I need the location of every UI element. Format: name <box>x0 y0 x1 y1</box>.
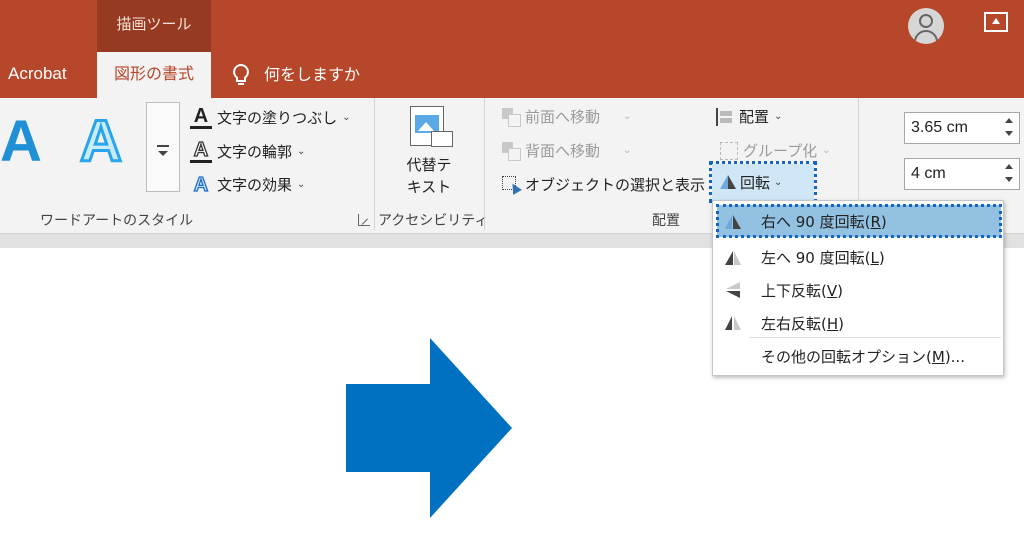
text-outline-icon: A <box>190 139 212 163</box>
group-divider <box>484 98 485 230</box>
shape-height-input[interactable]: 3.65 cm <box>904 112 1020 144</box>
send-backward-icon <box>502 141 521 161</box>
group-button[interactable]: グループ化 ⌄ <box>720 140 831 161</box>
rotate-dropdown-menu: 右へ 90 度回転(R) 左へ 90 度回転(L) 上下反転(V) 左右反転(H… <box>712 200 1004 376</box>
rotate-button[interactable]: 回転 ⌄ <box>709 161 817 203</box>
bring-forward-button[interactable]: 前面へ移動 ⌄ <box>502 106 631 127</box>
selection-pane-button[interactable]: オブジェクトの選択と表示 <box>502 174 705 195</box>
group-divider <box>374 98 375 230</box>
wordart-style-outline-glow[interactable]: A <box>79 108 124 176</box>
flip-vertical-icon <box>723 280 743 300</box>
alt-text-label-line2: キスト <box>406 178 452 196</box>
width-spinner-icon[interactable] <box>1003 162 1015 186</box>
rotate-right-icon <box>723 211 743 231</box>
tell-me-label: 何をしますか <box>264 65 361 84</box>
text-fill-button[interactable]: A 文字の塗りつぶし ⌄ <box>190 106 351 129</box>
title-bar: 描画ツール Acrobat 図形の書式 何をしますか <box>0 0 1024 98</box>
text-effects-button[interactable]: A 文字の効果 ⌄ <box>190 174 305 195</box>
menu-divider <box>749 337 1001 338</box>
group-icon <box>720 141 738 160</box>
menu-item-label: 左右反転(H) <box>761 314 844 333</box>
bring-forward-label: 前面へ移動 <box>525 108 601 126</box>
menu-item-label: その他の回転オプション(M)... <box>761 347 965 366</box>
shape-width-input[interactable]: 4 cm <box>904 158 1020 190</box>
chevron-down-icon: ⌄ <box>297 179 306 190</box>
chevron-down-icon: ⌄ <box>774 111 783 122</box>
menu-item-flip-vertical[interactable]: 上下反転(V) <box>717 274 1001 306</box>
send-backward-button[interactable]: 背面へ移動 ⌄ <box>502 140 631 161</box>
text-fill-label: 文字の塗りつぶし <box>217 109 338 127</box>
menu-item-label: 左へ 90 度回転(L) <box>761 248 885 267</box>
menu-item-label: 上下反転(V) <box>761 281 843 300</box>
wordart-gallery-more-button[interactable] <box>146 102 180 192</box>
group-label: グループ化 <box>743 142 818 160</box>
wordart-style-fill-blue[interactable]: A <box>0 108 42 175</box>
menu-item-label: 右へ 90 度回転(R) <box>761 212 887 231</box>
height-spinner-icon[interactable] <box>1003 116 1015 140</box>
alt-text-button[interactable]: 代替テ キスト <box>403 154 455 198</box>
align-label: 配置 <box>739 108 770 126</box>
bring-forward-icon <box>502 107 521 127</box>
align-icon <box>716 107 734 126</box>
chevron-down-icon: ⌄ <box>623 111 632 122</box>
tell-me-search[interactable]: 何をしますか <box>232 52 360 98</box>
send-backward-label: 背面へ移動 <box>525 142 601 160</box>
menu-item-rotate-left-90[interactable]: 左へ 90 度回転(L) <box>717 241 1001 273</box>
chevron-down-icon: ⌄ <box>623 145 632 156</box>
text-fill-icon: A <box>190 106 212 129</box>
text-outline-label: 文字の輪郭 <box>217 143 293 161</box>
menu-item-more-rotation-options[interactable]: その他の回転オプション(M)... <box>717 340 1001 372</box>
alt-text-icon[interactable] <box>410 106 453 147</box>
text-effects-icon: A <box>193 173 209 196</box>
tab-acrobat[interactable]: Acrobat <box>8 52 67 98</box>
shape-height-value: 3.65 cm <box>911 119 968 136</box>
lightbulb-icon <box>233 63 249 85</box>
arrange-group-label: 配置 <box>652 213 680 229</box>
alt-text-label-line1: 代替テ <box>406 156 452 174</box>
align-button[interactable]: 配置 ⌄ <box>716 106 782 127</box>
text-effects-label: 文字の効果 <box>217 176 293 194</box>
drawing-tools-context-label: 描画ツール <box>97 0 211 52</box>
text-outline-button[interactable]: A 文字の輪郭 ⌄ <box>190 139 306 163</box>
wordart-styles-group-label: ワードアートのスタイル <box>40 213 194 229</box>
menu-item-rotate-right-90[interactable]: 右へ 90 度回転(R) <box>716 204 1002 238</box>
rotate-left-icon <box>723 247 743 267</box>
rotate-label: 回転 <box>740 173 771 192</box>
menu-item-flip-horizontal[interactable]: 左右反転(H) <box>717 307 1001 339</box>
chevron-down-icon: ⌄ <box>342 112 351 123</box>
shape-width-value: 4 cm <box>911 165 946 182</box>
flip-horizontal-icon <box>723 313 743 333</box>
user-avatar-icon[interactable] <box>908 8 944 44</box>
rotate-icon <box>718 173 736 191</box>
tab-shape-format[interactable]: 図形の書式 <box>97 52 211 98</box>
selection-pane-label: オブジェクトの選択と表示 <box>525 176 706 194</box>
ribbon-display-options-icon[interactable] <box>984 12 1008 32</box>
dialog-launcher-icon[interactable] <box>358 214 370 226</box>
chevron-down-icon: ⌄ <box>774 176 783 188</box>
blank-icon <box>723 346 743 366</box>
accessibility-group-label: アクセシビリティ <box>378 213 489 229</box>
chevron-down-icon: ⌄ <box>822 145 831 156</box>
right-arrow-shape[interactable] <box>346 338 512 518</box>
chevron-down-icon: ⌄ <box>297 146 306 157</box>
selection-pane-icon <box>502 175 520 194</box>
